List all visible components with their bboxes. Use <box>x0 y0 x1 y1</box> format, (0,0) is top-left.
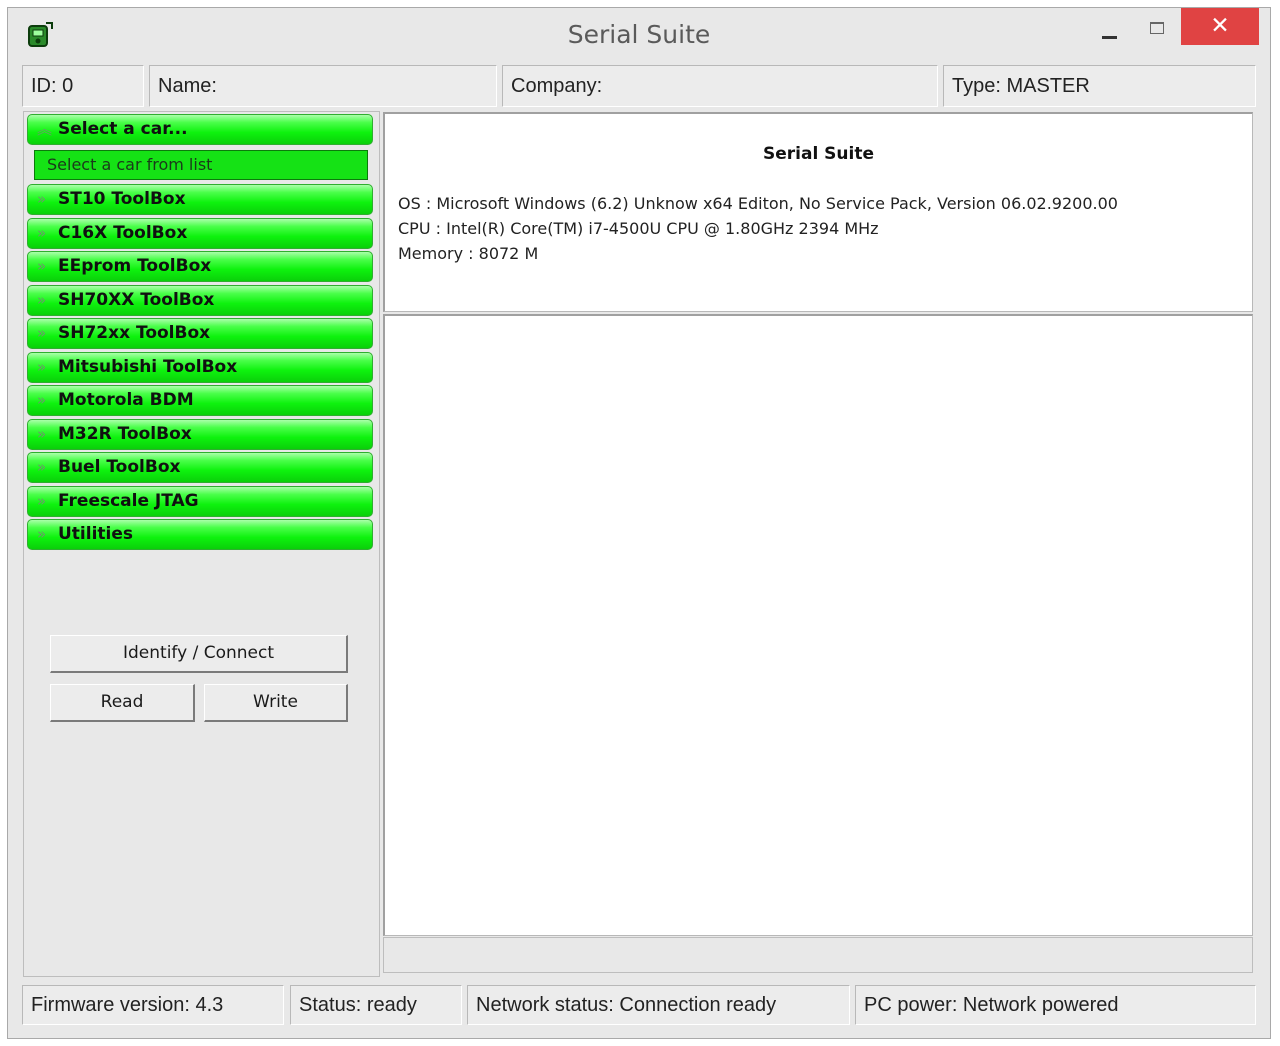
memory-info: Memory : 8072 M <box>398 244 539 263</box>
toolbox-eeprom[interactable]: » EEprom ToolBox <box>27 251 373 282</box>
select-car-header-label: Select a car... <box>58 119 188 139</box>
toolbox-st10[interactable]: » ST10 ToolBox <box>27 184 373 215</box>
expand-icon: » <box>37 291 47 309</box>
car-select[interactable]: Select a car from list <box>34 150 368 180</box>
progress-bar <box>383 937 1253 973</box>
minimize-button[interactable] <box>1098 16 1128 48</box>
power-status: PC power: Network powered <box>855 985 1256 1025</box>
toolbox-label: M32R ToolBox <box>58 424 192 444</box>
info-title: Serial Suite <box>762 144 875 164</box>
expand-icon: » <box>37 358 47 376</box>
toolbox-freescale-jtag[interactable]: » Freescale JTAG <box>27 486 373 517</box>
firmware-status: Firmware version: 4.3 <box>22 985 284 1025</box>
toolbox-label: C16X ToolBox <box>58 223 188 243</box>
maximize-button[interactable] <box>1145 16 1177 48</box>
ready-status: Status: ready <box>290 985 462 1025</box>
company-field: Company: <box>502 65 938 107</box>
expand-icon: » <box>37 492 47 510</box>
collapse-icon: ︽ <box>37 120 53 138</box>
identify-connect-button[interactable]: Identify / Connect <box>50 635 348 673</box>
select-car-header[interactable]: ︽ Select a car... <box>27 114 373 145</box>
toolbox-label: Freescale JTAG <box>58 491 199 511</box>
app-window: Serial Suite ✕ ID: 0 Name: Company: Type… <box>7 7 1271 1039</box>
expand-icon: » <box>37 425 47 443</box>
expand-icon: » <box>37 458 47 476</box>
cpu-info: CPU : Intel(R) Core(TM) i7-4500U CPU @ 1… <box>398 219 879 238</box>
log-area[interactable] <box>383 314 1253 936</box>
write-button[interactable]: Write <box>204 684 348 722</box>
read-button[interactable]: Read <box>50 684 195 722</box>
toolbox-label: Motorola BDM <box>58 390 194 410</box>
toolbox-label: SH72xx ToolBox <box>58 323 211 343</box>
toolbox-buel[interactable]: » Buel ToolBox <box>27 452 373 483</box>
toolbox-sh72xx[interactable]: » SH72xx ToolBox <box>27 318 373 349</box>
expand-icon: » <box>37 391 47 409</box>
network-status: Network status: Connection ready <box>467 985 850 1025</box>
expand-icon: » <box>37 190 47 208</box>
expand-icon: » <box>37 224 47 242</box>
toolbox-utilities[interactable]: » Utilities <box>27 519 373 550</box>
expand-icon: » <box>37 324 47 342</box>
os-info: OS : Microsoft Windows (6.2) Unknow x64 … <box>398 194 1118 213</box>
toolbox-c16x[interactable]: » C16X ToolBox <box>27 218 373 249</box>
toolbox-motorola-bdm[interactable]: » Motorola BDM <box>27 385 373 416</box>
toolbox-mitsubishi[interactable]: » Mitsubishi ToolBox <box>27 352 373 383</box>
toolbox-label: Mitsubishi ToolBox <box>58 357 238 377</box>
close-button[interactable]: ✕ <box>1181 8 1259 45</box>
system-info-panel: Serial Suite OS : Microsoft Windows (6.2… <box>383 112 1253 312</box>
toolbox-m32r[interactable]: » M32R ToolBox <box>27 419 373 450</box>
toolbox-label: SH70XX ToolBox <box>58 290 215 310</box>
name-field: Name: <box>149 65 497 107</box>
id-field: ID: 0 <box>22 65 144 107</box>
title-bar[interactable]: Serial Suite ✕ <box>8 8 1270 63</box>
toolbox-label: EEprom ToolBox <box>58 256 212 276</box>
toolbox-sh70xx[interactable]: » SH70XX ToolBox <box>27 285 373 316</box>
toolbox-label: Utilities <box>58 524 134 544</box>
toolbox-label: Buel ToolBox <box>58 457 181 477</box>
expand-icon: » <box>37 257 47 275</box>
toolbox-label: ST10 ToolBox <box>58 189 186 209</box>
expand-icon: » <box>37 525 47 543</box>
window-title: Serial Suite <box>567 20 711 49</box>
close-icon: ✕ <box>1210 13 1230 39</box>
type-field: Type: MASTER <box>943 65 1256 107</box>
